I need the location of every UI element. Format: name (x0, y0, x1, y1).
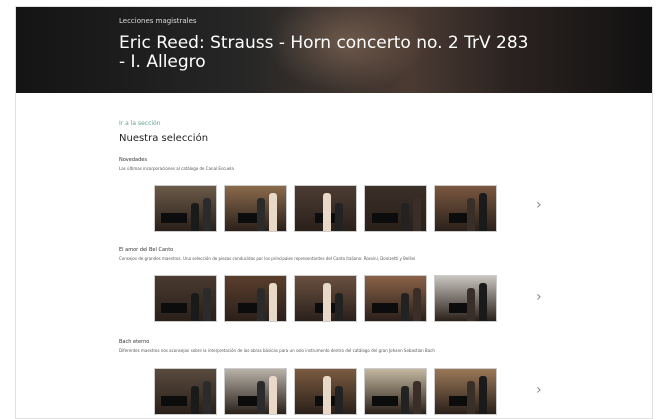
person-figure (335, 293, 343, 321)
person-figure (479, 376, 487, 414)
piano-shape (372, 213, 398, 223)
person-figure (191, 293, 199, 321)
breadcrumb[interactable]: Lecciones magistrales (119, 17, 197, 25)
video-thumbnail[interactable] (434, 368, 497, 415)
video-thumbnail[interactable] (364, 185, 427, 232)
carousel-row (154, 185, 504, 232)
carousel-row (154, 275, 504, 322)
person-figure (323, 193, 331, 231)
person-figure (203, 198, 211, 231)
hero-banner: Lecciones magistrales Eric Reed: Strauss… (16, 7, 652, 93)
person-figure (191, 386, 199, 414)
person-figure (401, 386, 409, 414)
video-thumbnail[interactable] (294, 275, 357, 322)
person-figure (257, 198, 265, 231)
person-figure (269, 376, 277, 414)
person-figure (257, 288, 265, 321)
category-header: Bach eterno Diferentes maestros nos acon… (119, 339, 579, 353)
piano-shape (372, 396, 398, 406)
person-figure (413, 381, 421, 414)
video-thumbnail[interactable] (154, 275, 217, 322)
category-header: El amor del Bel Canto Consejos de grande… (119, 247, 579, 261)
carousel-row (154, 368, 504, 415)
section-link[interactable]: Ir a la sección (119, 120, 161, 127)
main-content: Ir a la sección Nuestra selección Noveda… (16, 93, 652, 418)
piano-shape (161, 213, 187, 223)
video-thumbnail[interactable] (364, 275, 427, 322)
video-thumbnail[interactable] (154, 368, 217, 415)
section-title: Nuestra selección (119, 133, 209, 144)
category-header: Novedades Las últimas incorporaciones al… (119, 157, 579, 171)
category-description: Las últimas incorporaciones al catálogo … (119, 166, 234, 171)
person-figure (269, 193, 277, 231)
person-figure (335, 386, 343, 414)
category-title: El amor del Bel Canto (119, 247, 174, 253)
category-title: Bach eterno (119, 339, 150, 345)
person-figure (269, 283, 277, 321)
person-figure (479, 193, 487, 231)
piano-shape (372, 303, 398, 313)
video-thumbnail[interactable] (224, 185, 287, 232)
page-title: Eric Reed: Strauss - Horn concerto no. 2… (119, 33, 529, 72)
piano-shape (161, 396, 187, 406)
video-thumbnail[interactable] (434, 185, 497, 232)
category-title: Novedades (119, 157, 147, 163)
person-figure (413, 288, 421, 321)
person-figure (203, 381, 211, 414)
chevron-right-icon[interactable]: › (536, 197, 542, 213)
person-figure (323, 283, 331, 321)
video-thumbnail[interactable] (434, 275, 497, 322)
video-thumbnail[interactable] (154, 185, 217, 232)
person-figure (467, 288, 475, 321)
person-figure (413, 198, 421, 231)
video-thumbnail[interactable] (224, 368, 287, 415)
page: Lecciones magistrales Eric Reed: Strauss… (15, 6, 653, 419)
person-figure (467, 381, 475, 414)
video-thumbnail[interactable] (294, 368, 357, 415)
video-thumbnail[interactable] (224, 275, 287, 322)
person-figure (323, 376, 331, 414)
person-figure (401, 293, 409, 321)
video-thumbnail[interactable] (364, 368, 427, 415)
category-description: Consejos de grandes maestros. Una selecc… (119, 256, 416, 261)
video-thumbnail[interactable] (294, 185, 357, 232)
category-description: Diferentes maestros nos aconsejan sobre … (119, 348, 435, 353)
chevron-right-icon[interactable]: › (536, 289, 542, 305)
person-figure (203, 288, 211, 321)
piano-shape (161, 303, 187, 313)
person-figure (467, 198, 475, 231)
person-figure (335, 203, 343, 231)
person-figure (191, 203, 199, 231)
chevron-right-icon[interactable]: › (536, 382, 542, 398)
person-figure (257, 381, 265, 414)
person-figure (401, 203, 409, 231)
person-figure (479, 283, 487, 321)
